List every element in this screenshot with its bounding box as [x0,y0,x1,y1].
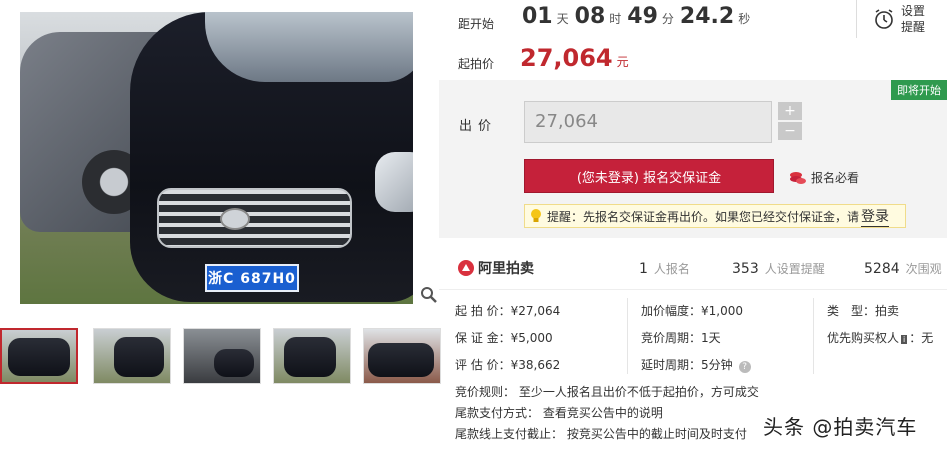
help-icon[interactable]: ? [738,361,751,373]
status-badge: 即将开始 [891,80,947,100]
detail-cycle: 竞价周期：1天 [641,331,721,345]
detail-appraisal: 评 估 价：¥38,662 [455,358,561,372]
views-count: 5284 次围观 [864,261,942,277]
thumbnail-3[interactable] [183,328,261,384]
car-badge [220,208,250,230]
countdown-seconds: 24.2 [679,4,735,29]
lightbulb-icon [531,209,541,222]
detail-priority: 优先购买权人 i ：无 [827,331,934,345]
detail-delay: 延时周期：5分钟? [641,356,751,373]
detail-increment: 加价幅度：¥1,000 [641,304,743,318]
zoom-icon[interactable] [420,286,438,304]
decrease-bid-button[interactable]: − [778,122,802,140]
info-icon[interactable]: i [901,335,908,344]
countdown-timer: 01 天 08 时 49 分 24.2 秒 [522,4,751,29]
bid-label: 出价 [459,119,498,134]
bid-amount-input[interactable]: 27,064 [524,101,772,143]
vehicle-main-photo[interactable]: 浙C 687H0 [20,12,413,304]
detail-payment: 尾款支付方式： 查看竞买公告中的说明 [455,406,663,420]
car-grille [157,188,352,248]
detail-type: 类 型：拍卖 [827,304,900,318]
auction-stats: 阿里拍卖 1 人报名 353 人设置提醒 5284 次围观 [439,246,947,290]
countdown-hours: 08 [574,4,606,29]
registered-count: 1 人报名 [639,261,690,277]
detail-start-price: 起 拍 价：¥27,064 [455,304,561,318]
alarm-clock-icon [875,9,893,29]
thumbnail-2[interactable] [93,328,171,384]
thumbnail-strip [0,328,441,384]
countdown-days: 01 [522,4,553,29]
countdown-label: 距开始 [458,17,495,31]
ali-logo-icon [458,260,474,276]
bid-panel: 即将开始 出价 27,064 + − (您未登录) 报名交保证金 报名必看 提醒… [439,80,947,238]
coins-icon [790,171,806,184]
increase-bid-button[interactable]: + [778,102,802,120]
login-link[interactable]: 登录 [861,206,890,227]
login-tip: 提醒：先报名交保证金再出价。如果您已经交付保证金，请 登录 [524,204,906,228]
detail-deadline: 尾款线上支付截止： 按竞买公告中的截止时间及时支付 [455,427,747,441]
must-read-link[interactable]: 报名必看 [789,169,859,186]
detail-deposit: 保 证 金：¥5,000 [455,331,553,345]
reminder-count: 353 人设置提醒 [732,261,825,277]
watermark: 头条 @拍卖汽车 [763,415,918,439]
register-deposit-button[interactable]: (您未登录) 报名交保证金 [524,159,774,193]
bid-stepper: + − [778,102,802,142]
set-reminder-button[interactable]: 设置 提醒 [856,0,947,38]
license-plate: 浙C 687H0 [205,264,299,292]
start-price-label: 起拍价 [458,57,495,71]
ali-auction-logo: 阿里拍卖 [457,258,534,278]
detail-rule: 竞价规则： 至少一人报名且出价不低于起拍价，方可成交 [455,385,759,399]
thumbnail-5[interactable] [363,328,441,384]
start-price: 27,064 元 [520,44,629,72]
thumbnail-1[interactable] [0,328,78,384]
thumbnail-4[interactable] [273,328,351,384]
windshield [205,12,413,82]
countdown-minutes: 49 [627,4,658,29]
headlight [375,152,413,212]
